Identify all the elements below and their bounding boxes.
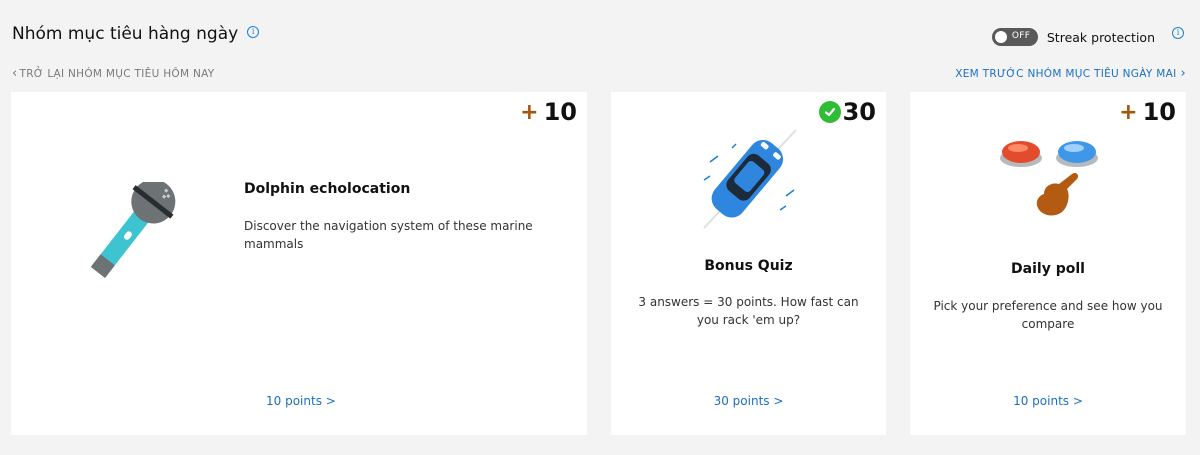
card-description: Pick your preference and see how you com… — [933, 299, 1163, 331]
back-to-today-link[interactable]: ‹ TRỞ LẠI NHÓM MỤC TIÊU HÔM NAY — [12, 66, 215, 81]
nav-row: ‹ TRỞ LẠI NHÓM MỤC TIÊU HÔM NAY XEM TRƯỚ… — [12, 66, 1186, 82]
card-description: Discover the navigation system of these … — [244, 219, 533, 251]
streak-protection: OFF Streak protection i — [991, 27, 1184, 46]
info-icon[interactable]: i — [247, 26, 260, 38]
microphone-icon — [90, 182, 176, 278]
card-points-link[interactable]: 30 points > — [611, 394, 886, 408]
preview-tomorrow-link[interactable]: XEM TRƯỚC NHÓM MỤC TIÊU NGÀY MAI › — [955, 66, 1186, 81]
card-title: Dolphin echolocation — [244, 181, 411, 197]
chevron-right-icon: › — [1180, 66, 1186, 81]
plus-icon: + — [1119, 99, 1138, 125]
card-points-link[interactable]: 10 points > — [910, 394, 1186, 408]
card-daily-poll[interactable]: + 10 Daily poll Pick your preference and… — [910, 92, 1186, 435]
card-description: 3 answers = 30 points. How fast can you … — [638, 295, 859, 327]
toggle-knob — [994, 31, 1007, 43]
points-badge: + 10 — [1119, 98, 1176, 126]
chevron-left-icon: ‹ — [12, 66, 18, 81]
streak-protection-toggle[interactable]: OFF — [991, 28, 1038, 46]
page-title: Nhóm mục tiêu hàng ngày — [12, 24, 239, 44]
next-link-label: XEM TRƯỚC NHÓM MỤC TIÊU NGÀY MAI — [955, 68, 1177, 80]
points-value: 30 — [842, 98, 876, 126]
points-badge: 30 — [818, 98, 876, 126]
points-value: 10 — [1142, 98, 1176, 126]
toggle-state-label: OFF — [1011, 31, 1031, 41]
check-icon — [818, 101, 841, 123]
card-dolphin-echolocation[interactable]: + 10 Dolphin echolocation Discover the n… — [11, 92, 587, 435]
points-value: 10 — [543, 98, 577, 126]
streak-protection-label: Streak protection — [1046, 29, 1155, 45]
card-title: Daily poll — [1011, 261, 1085, 277]
card-title: Bonus Quiz — [704, 258, 793, 274]
back-link-label: TRỞ LẠI NHÓM MỤC TIÊU HÔM NAY — [19, 68, 215, 80]
race-car-icon — [703, 129, 797, 229]
poll-buttons-icon — [1000, 141, 1098, 216]
page-header: Nhóm mục tiêu hàng ngày i — [12, 24, 260, 44]
points-badge: + 10 — [520, 98, 577, 126]
card-bonus-quiz[interactable]: 30 Bonus Quiz 3 answers = 30 points. How… — [611, 92, 886, 435]
card-points-link[interactable]: 10 points > — [266, 394, 336, 408]
streak-info-icon[interactable]: i — [1172, 27, 1184, 39]
plus-icon: + — [520, 99, 539, 125]
